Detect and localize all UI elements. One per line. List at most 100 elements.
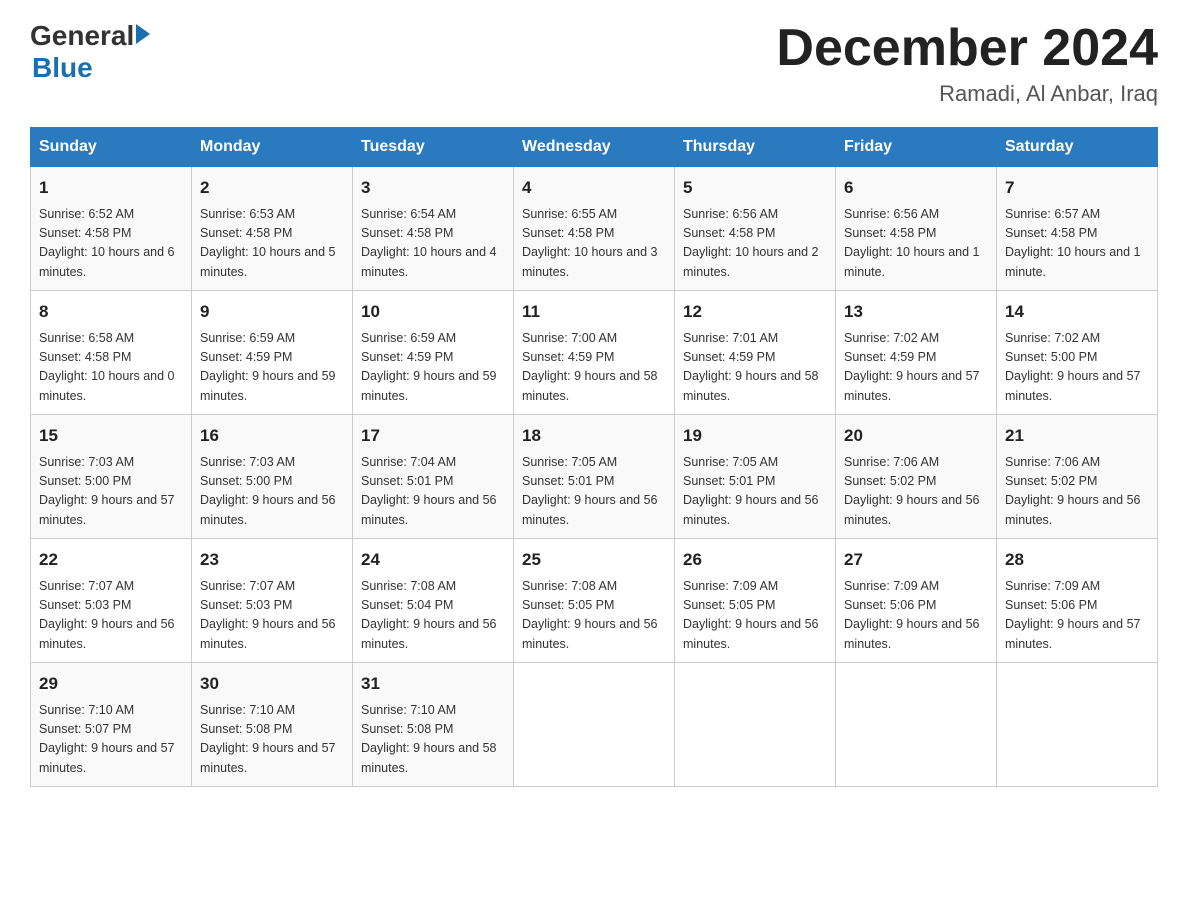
day-number: 20 (844, 423, 988, 449)
day-info: Sunrise: 7:10 AMSunset: 5:08 PMDaylight:… (361, 701, 505, 779)
column-header-tuesday: Tuesday (353, 128, 514, 167)
day-number: 30 (200, 671, 344, 697)
day-number: 25 (522, 547, 666, 573)
day-number: 27 (844, 547, 988, 573)
day-number: 6 (844, 175, 988, 201)
day-number: 9 (200, 299, 344, 325)
day-info: Sunrise: 6:57 AMSunset: 4:58 PMDaylight:… (1005, 205, 1149, 283)
day-info: Sunrise: 7:10 AMSunset: 5:08 PMDaylight:… (200, 701, 344, 779)
day-number: 28 (1005, 547, 1149, 573)
day-info: Sunrise: 7:05 AMSunset: 5:01 PMDaylight:… (683, 453, 827, 531)
calendar-cell: 15 Sunrise: 7:03 AMSunset: 5:00 PMDayligh… (31, 415, 192, 539)
day-number: 17 (361, 423, 505, 449)
month-title: December 2024 (776, 20, 1158, 77)
day-info: Sunrise: 7:09 AMSunset: 5:05 PMDaylight:… (683, 577, 827, 655)
column-header-sunday: Sunday (31, 128, 192, 167)
calendar-cell: 26 Sunrise: 7:09 AMSunset: 5:05 PMDayligh… (675, 539, 836, 663)
column-header-friday: Friday (836, 128, 997, 167)
calendar-cell: 19 Sunrise: 7:05 AMSunset: 5:01 PMDayligh… (675, 415, 836, 539)
day-number: 3 (361, 175, 505, 201)
column-header-monday: Monday (192, 128, 353, 167)
day-number: 7 (1005, 175, 1149, 201)
day-number: 21 (1005, 423, 1149, 449)
column-header-thursday: Thursday (675, 128, 836, 167)
day-number: 26 (683, 547, 827, 573)
calendar-header-row: SundayMondayTuesdayWednesdayThursdayFrid… (31, 128, 1158, 167)
calendar-cell: 2Sunrise: 6:53 AMSunset: 4:58 PMDaylight… (192, 167, 353, 291)
day-number: 19 (683, 423, 827, 449)
calendar-week-row: 1 Sunrise: 6:52 AMSunset: 4:58 PMDaylight… (31, 167, 1158, 291)
calendar-cell: 1 Sunrise: 6:52 AMSunset: 4:58 PMDaylight… (31, 167, 192, 291)
day-number: 8 (39, 299, 183, 325)
calendar-cell (836, 663, 997, 787)
day-info: Sunrise: 6:52 AMSunset: 4:58 PMDaylight:… (39, 205, 183, 283)
calendar-cell: 17 Sunrise: 7:04 AMSunset: 5:01 PMDayligh… (353, 415, 514, 539)
calendar-table: SundayMondayTuesdayWednesdayThursdayFrid… (30, 127, 1158, 787)
calendar-cell: 31 Sunrise: 7:10 AMSunset: 5:08 PMDayligh… (353, 663, 514, 787)
day-number: 1 (39, 175, 183, 201)
day-info: Sunrise: 6:54 AMSunset: 4:58 PMDaylight:… (361, 205, 505, 283)
calendar-cell: 21Sunrise: 7:06 AMSunset: 5:02 PMDayligh… (997, 415, 1158, 539)
day-number: 10 (361, 299, 505, 325)
day-number: 13 (844, 299, 988, 325)
day-info: Sunrise: 7:09 AMSunset: 5:06 PMDaylight:… (1005, 577, 1149, 655)
calendar-cell (997, 663, 1158, 787)
calendar-week-row: 22Sunrise: 7:07 AMSunset: 5:03 PMDayligh… (31, 539, 1158, 663)
calendar-cell: 4 Sunrise: 6:55 AMSunset: 4:58 PMDaylight… (514, 167, 675, 291)
calendar-cell: 24Sunrise: 7:08 AMSunset: 5:04 PMDayligh… (353, 539, 514, 663)
calendar-week-row: 8 Sunrise: 6:58 AMSunset: 4:58 PMDaylight… (31, 291, 1158, 415)
day-info: Sunrise: 7:03 AMSunset: 5:00 PMDaylight:… (39, 453, 183, 531)
day-info: Sunrise: 7:07 AMSunset: 5:03 PMDaylight:… (39, 577, 183, 655)
calendar-cell: 28 Sunrise: 7:09 AMSunset: 5:06 PMDayligh… (997, 539, 1158, 663)
calendar-cell: 13 Sunrise: 7:02 AMSunset: 4:59 PMDayligh… (836, 291, 997, 415)
day-number: 4 (522, 175, 666, 201)
day-info: Sunrise: 6:56 AMSunset: 4:58 PMDaylight:… (683, 205, 827, 283)
logo: General Blue (30, 20, 150, 84)
day-number: 18 (522, 423, 666, 449)
day-info: Sunrise: 6:53 AMSunset: 4:58 PMDaylight:… (200, 205, 344, 283)
day-info: Sunrise: 6:55 AMSunset: 4:58 PMDaylight:… (522, 205, 666, 283)
calendar-cell: 27Sunrise: 7:09 AMSunset: 5:06 PMDayligh… (836, 539, 997, 663)
calendar-cell: 11Sunrise: 7:00 AMSunset: 4:59 PMDayligh… (514, 291, 675, 415)
location-title: Ramadi, Al Anbar, Iraq (776, 81, 1158, 107)
calendar-cell: 29 Sunrise: 7:10 AMSunset: 5:07 PMDayligh… (31, 663, 192, 787)
day-number: 29 (39, 671, 183, 697)
day-info: Sunrise: 7:08 AMSunset: 5:05 PMDaylight:… (522, 577, 666, 655)
day-info: Sunrise: 7:04 AMSunset: 5:01 PMDaylight:… (361, 453, 505, 531)
day-info: Sunrise: 7:05 AMSunset: 5:01 PMDaylight:… (522, 453, 666, 531)
day-info: Sunrise: 6:59 AMSunset: 4:59 PMDaylight:… (361, 329, 505, 407)
day-info: Sunrise: 7:00 AMSunset: 4:59 PMDaylight:… (522, 329, 666, 407)
calendar-week-row: 15 Sunrise: 7:03 AMSunset: 5:00 PMDayligh… (31, 415, 1158, 539)
calendar-cell (675, 663, 836, 787)
day-info: Sunrise: 7:02 AMSunset: 4:59 PMDaylight:… (844, 329, 988, 407)
day-number: 15 (39, 423, 183, 449)
calendar-week-row: 29 Sunrise: 7:10 AMSunset: 5:07 PMDayligh… (31, 663, 1158, 787)
calendar-cell: 20 Sunrise: 7:06 AMSunset: 5:02 PMDayligh… (836, 415, 997, 539)
day-info: Sunrise: 7:02 AMSunset: 5:00 PMDaylight:… (1005, 329, 1149, 407)
day-number: 14 (1005, 299, 1149, 325)
calendar-cell: 6Sunrise: 6:56 AMSunset: 4:58 PMDaylight… (836, 167, 997, 291)
calendar-cell: 5 Sunrise: 6:56 AMSunset: 4:58 PMDaylight… (675, 167, 836, 291)
logo-general-text: General (30, 20, 134, 52)
day-info: Sunrise: 7:10 AMSunset: 5:07 PMDaylight:… (39, 701, 183, 779)
day-info: Sunrise: 7:08 AMSunset: 5:04 PMDaylight:… (361, 577, 505, 655)
column-header-wednesday: Wednesday (514, 128, 675, 167)
calendar-cell: 22Sunrise: 7:07 AMSunset: 5:03 PMDayligh… (31, 539, 192, 663)
calendar-cell: 7 Sunrise: 6:57 AMSunset: 4:58 PMDaylight… (997, 167, 1158, 291)
calendar-cell (514, 663, 675, 787)
day-number: 23 (200, 547, 344, 573)
day-info: Sunrise: 6:58 AMSunset: 4:58 PMDaylight:… (39, 329, 183, 407)
calendar-cell: 30 Sunrise: 7:10 AMSunset: 5:08 PMDayligh… (192, 663, 353, 787)
day-info: Sunrise: 7:06 AMSunset: 5:02 PMDaylight:… (844, 453, 988, 531)
day-info: Sunrise: 7:03 AMSunset: 5:00 PMDaylight:… (200, 453, 344, 531)
calendar-cell: 10 Sunrise: 6:59 AMSunset: 4:59 PMDayligh… (353, 291, 514, 415)
calendar-cell: 8 Sunrise: 6:58 AMSunset: 4:58 PMDaylight… (31, 291, 192, 415)
calendar-cell: 23Sunrise: 7:07 AMSunset: 5:03 PMDayligh… (192, 539, 353, 663)
page-header: General Blue December 2024 Ramadi, Al An… (30, 20, 1158, 107)
calendar-cell: 9Sunrise: 6:59 AMSunset: 4:59 PMDaylight… (192, 291, 353, 415)
day-number: 31 (361, 671, 505, 697)
calendar-cell: 3 Sunrise: 6:54 AMSunset: 4:58 PMDaylight… (353, 167, 514, 291)
logo-blue-text: Blue (32, 52, 93, 84)
day-number: 5 (683, 175, 827, 201)
calendar-cell: 12Sunrise: 7:01 AMSunset: 4:59 PMDayligh… (675, 291, 836, 415)
